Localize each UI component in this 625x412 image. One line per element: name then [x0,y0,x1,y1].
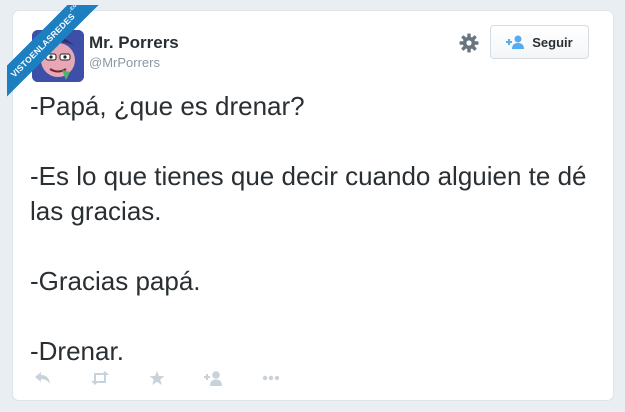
tweet-actions [33,367,318,389]
follow-button[interactable]: Seguir [490,25,589,59]
reply-icon[interactable] [33,368,53,388]
tweet-line: -Papá, ¿que es drenar? [30,91,305,121]
retweet-icon[interactable] [90,368,110,388]
add-person-icon [506,35,525,49]
watermark-logo: VISTOENLASREDES.com [7,5,107,101]
watermark-suffix: .com [67,5,83,14]
tweet-text: -Papá, ¿que es drenar? -Es lo que tienes… [30,89,600,369]
more-dots-icon[interactable] [261,368,281,388]
follow-label: Seguir [532,34,573,50]
tweet-card: VISTOENLASREDES.com Mr. Porrers @MrPorre… [7,5,613,400]
gear-icon[interactable] [457,31,481,55]
favorite-star-icon[interactable] [147,368,167,388]
follow-icon[interactable] [204,368,224,388]
tweet-line: -Es lo que tienes que decir cuando algui… [30,161,587,226]
tweet-line: -Gracias papá. [30,266,201,296]
watermark-text: VISTOENLASREDES [8,11,77,80]
tweet-line: -Drenar. [30,336,124,366]
watermark-banner: VISTOENLASREDES.com [7,5,107,105]
